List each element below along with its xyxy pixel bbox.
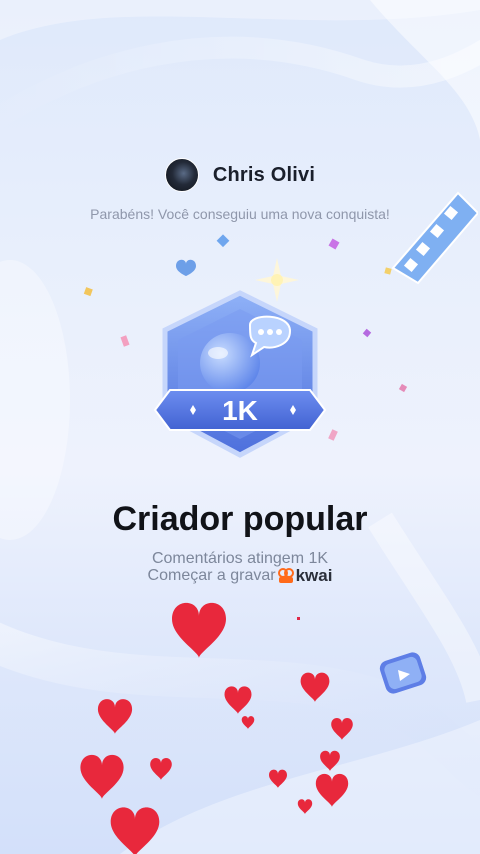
heart-icon (315, 773, 349, 807)
heart-icon (110, 807, 160, 854)
heart-icon (224, 686, 252, 714)
kwai-brand-icon (277, 567, 294, 583)
record-text: Começar a gravar (147, 567, 276, 584)
video-play-icon (379, 652, 427, 694)
heart-icon (241, 716, 255, 729)
heart-icon (97, 699, 133, 734)
achievement-description-block: Comentários atingem 1K Começar a gravar … (0, 550, 480, 584)
congrats-subtitle: Parabéns! Você conseguiu uma nova conqui… (90, 206, 390, 222)
heart-icon (269, 769, 287, 788)
heart-icon (300, 672, 330, 702)
heart-icon (80, 754, 124, 799)
kwai-logo: kwai (277, 566, 333, 585)
achievement-badge: 1K (140, 285, 340, 475)
heart-icon (150, 757, 172, 780)
avatar[interactable] (164, 158, 199, 192)
user-name: Chris Olivi (212, 163, 316, 186)
record-link[interactable]: Começar a gravar kwai (0, 567, 480, 584)
achievement-description: Comentários atingem 1K (151, 550, 329, 567)
kwai-brand-text: kwai (295, 566, 333, 585)
heart-icon (297, 799, 313, 814)
heart-icon (172, 602, 226, 658)
heart-icon (331, 717, 353, 740)
heart-icon (320, 750, 340, 771)
film-strip-icon (391, 191, 478, 285)
achievement-title: Criador popular (112, 500, 368, 538)
badge-graphic: 1K (153, 290, 327, 458)
user-header: Chris Olivi (0, 158, 480, 192)
badge-label: 1K (222, 395, 258, 426)
